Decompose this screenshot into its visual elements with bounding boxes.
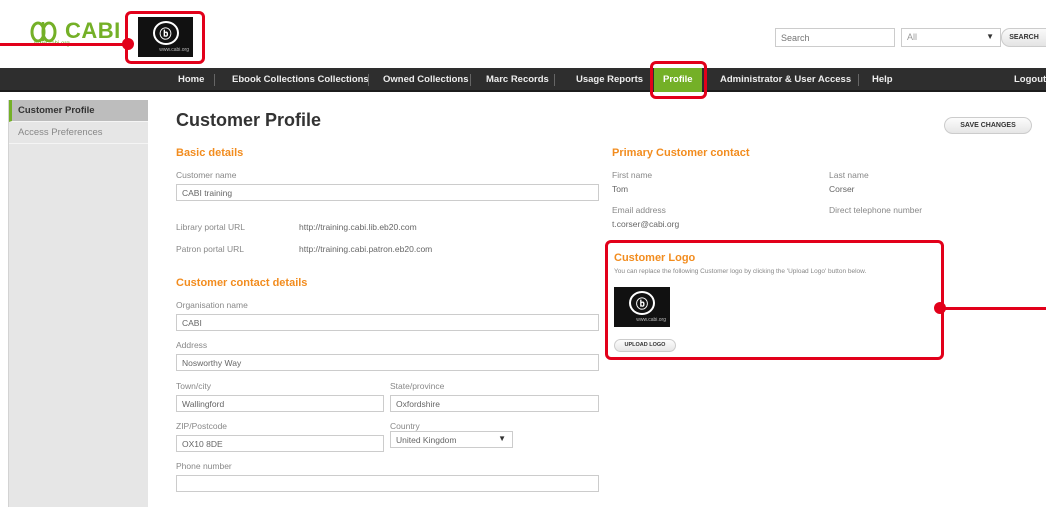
phone-field[interactable] — [176, 475, 599, 492]
chevron-down-icon: ▼ — [986, 32, 994, 41]
sidebar-item-access-preferences[interactable]: Access Preferences — [9, 122, 148, 144]
patron-portal-label: Patron portal URL — [176, 244, 245, 254]
organisation-field[interactable] — [176, 314, 599, 331]
search-scope-value: All — [907, 32, 918, 42]
first-name-value: Tom — [612, 184, 629, 194]
chevron-down-icon: ▼ — [498, 434, 506, 443]
nav-help[interactable]: Help — [872, 68, 893, 92]
nav-divider — [858, 74, 859, 86]
nav-ebook-collections[interactable]: Ebook Collections Collections — [232, 68, 369, 92]
nav-marc-records[interactable]: Marc Records — [486, 68, 549, 92]
callout-customer-logo — [605, 240, 944, 360]
first-name-label: First name — [612, 170, 653, 180]
nav-admin-user-access[interactable]: Administrator & User Access — [720, 68, 851, 92]
sidebar-item-customer-profile[interactable]: Customer Profile — [9, 100, 148, 122]
callout-line — [0, 43, 128, 46]
state-label: State/province — [390, 381, 445, 391]
search-button[interactable]: SEARCH — [1001, 28, 1046, 47]
last-name-label: Last name — [829, 170, 869, 180]
customer-name-field[interactable] — [176, 184, 599, 201]
town-label: Town/city — [176, 381, 211, 391]
library-portal-value: http://training.cabi.lib.eb20.com — [299, 222, 417, 232]
nav-divider — [470, 74, 471, 86]
contact-details-heading: Customer contact details — [176, 277, 308, 289]
page-title: Customer Profile — [176, 110, 322, 130]
country-label: Country — [390, 421, 420, 431]
last-name-value: Corser — [829, 184, 855, 194]
callout-profile-tab — [650, 61, 707, 99]
country-select[interactable]: United Kingdom ▼ — [390, 431, 513, 448]
nav-logout[interactable]: Logout — [1014, 68, 1046, 92]
main-nav: Home Ebook Collections Collections Owned… — [0, 68, 1046, 92]
state-field[interactable] — [390, 395, 599, 412]
callout-line — [940, 307, 1046, 310]
direct-phone-label: Direct telephone number — [829, 205, 923, 215]
save-changes-button[interactable]: SAVE CHANGES — [944, 117, 1032, 134]
nav-divider — [214, 74, 215, 86]
nav-divider — [554, 74, 555, 86]
email-label: Email address — [612, 205, 666, 215]
zip-field[interactable] — [176, 435, 384, 452]
basic-details-heading: Basic details — [176, 147, 244, 159]
nav-divider — [368, 74, 369, 86]
zip-label: ZIP/Postcode — [176, 421, 228, 431]
brand-name: CABI — [65, 18, 121, 43]
address-field[interactable] — [176, 354, 599, 371]
nav-owned-collections[interactable]: Owned Collections — [383, 68, 469, 92]
nav-home[interactable]: Home — [178, 68, 204, 92]
sidebar: Customer Profile Access Preferences — [8, 100, 148, 507]
search-scope-select[interactable]: All ▼ — [901, 28, 1001, 47]
callout-header-logo — [125, 11, 205, 64]
country-value: United Kingdom — [396, 435, 457, 445]
town-field[interactable] — [176, 395, 384, 412]
customer-name-label: Customer name — [176, 170, 237, 180]
cabi-leaf-icon — [30, 20, 62, 43]
organisation-label: Organisation name — [176, 300, 248, 310]
library-portal-label: Library portal URL — [176, 222, 245, 232]
nav-usage-reports[interactable]: Usage Reports — [576, 68, 643, 92]
patron-portal-value: http://training.cabi.patron.eb20.com — [299, 244, 433, 254]
search-input[interactable] — [775, 28, 895, 47]
address-label: Address — [176, 340, 208, 350]
primary-contact-heading: Primary Customer contact — [612, 147, 750, 159]
email-value: t.corser@cabi.org — [612, 219, 680, 229]
phone-label: Phone number — [176, 461, 232, 471]
